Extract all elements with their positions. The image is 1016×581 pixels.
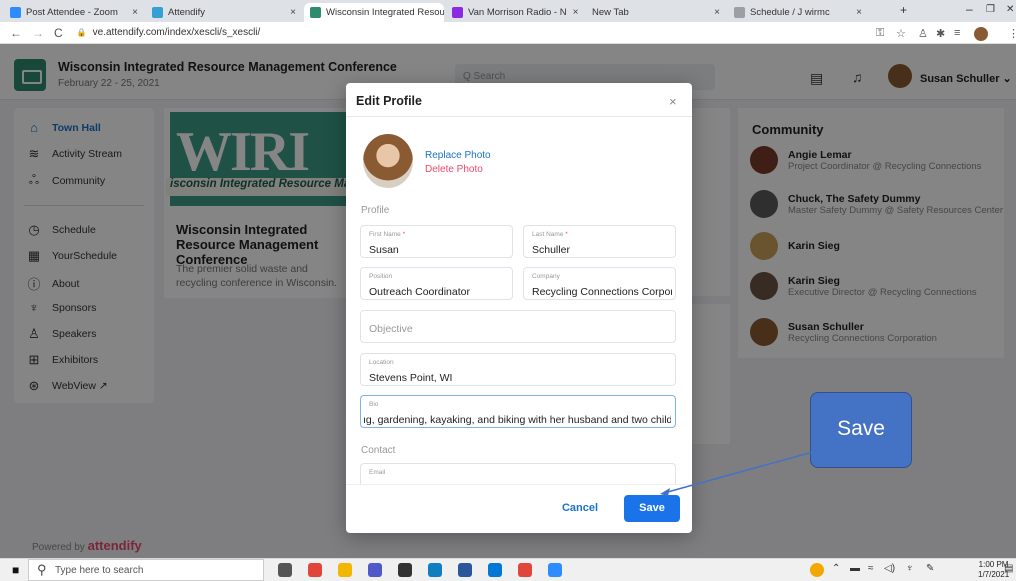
required-mark: *	[565, 231, 568, 238]
profile-section-label: Profile	[361, 205, 390, 216]
profile-avatar-icon[interactable]	[974, 27, 988, 41]
position-field[interactable]: Position Outreach Coordinator	[360, 267, 513, 300]
location-value: Stevens Point, WI	[369, 372, 453, 384]
first-name-value: Susan	[369, 244, 399, 256]
browser-tab[interactable]: Schedule / J wirmc ×	[728, 3, 868, 22]
tab-title: Schedule / J wirmc	[750, 7, 830, 18]
windows-start-icon[interactable]: ■	[12, 563, 19, 577]
browser-tab[interactable]: Van Morrison Radio - N ×	[446, 3, 584, 22]
usb-icon[interactable]: ♆	[906, 563, 914, 574]
zoom-icon[interactable]	[548, 563, 562, 577]
extension-icon[interactable]: ♙	[918, 27, 928, 40]
bio-value: ıg, gardening, kayaking, and biking with…	[363, 414, 671, 426]
objective-placeholder: Objective	[369, 323, 413, 335]
first-name-label-text: First Name	[369, 231, 401, 238]
position-label: Position	[369, 273, 393, 280]
word-icon[interactable]	[458, 563, 472, 577]
battery-icon[interactable]: ▬	[850, 563, 860, 574]
minimize-button[interactable]: –	[966, 2, 973, 16]
file-explorer-icon[interactable]	[338, 563, 352, 577]
email-label: Email	[369, 469, 386, 476]
tab-favicon-icon	[310, 7, 321, 18]
cancel-button[interactable]: Cancel	[560, 496, 600, 520]
first-name-field[interactable]: First Name * Susan	[360, 225, 513, 258]
save-button[interactable]: Save	[624, 495, 680, 522]
company-value: Recycling Connections Corpora	[532, 286, 672, 298]
email-field[interactable]: Email	[360, 463, 676, 484]
tab-close-icon[interactable]: ×	[708, 7, 720, 18]
notification-icon[interactable]: ▤	[1004, 563, 1013, 574]
url-text: ve.attendify.com/index/xescli/s_xescli/	[92, 27, 261, 38]
pen-icon[interactable]: ✎	[926, 563, 934, 574]
edge-icon[interactable]	[428, 563, 442, 577]
tray-app-icon[interactable]	[810, 563, 824, 577]
last-name-field[interactable]: Last Name * Schuller	[523, 225, 676, 258]
bio-label: Bio	[369, 401, 379, 408]
company-field[interactable]: Company Recycling Connections Corpora	[523, 267, 676, 300]
task-view-icon[interactable]	[278, 563, 292, 577]
close-window-button[interactable]: ✕	[1006, 4, 1014, 15]
tab-title: Van Morrison Radio - N	[468, 7, 567, 18]
first-name-label: First Name *	[369, 231, 405, 238]
tab-title: Post Attendee - Zoom	[26, 7, 118, 18]
chrome2-icon[interactable]	[518, 563, 532, 577]
save-callout: Save	[810, 392, 912, 468]
store-icon[interactable]	[398, 563, 412, 577]
modal-footer-divider	[346, 484, 692, 485]
objective-field[interactable]: Objective	[360, 310, 676, 343]
chevron-up-icon[interactable]: ⌃	[832, 563, 840, 574]
key-icon[interactable]: ⚿	[876, 27, 884, 40]
tab-favicon-icon	[734, 7, 745, 18]
last-name-label-text: Last Name	[532, 231, 564, 238]
puzzle-icon[interactable]: ✱	[936, 27, 945, 40]
browser-tab[interactable]: New Tab ×	[586, 3, 726, 22]
playlist-icon[interactable]: ≡	[954, 27, 960, 39]
profile-photo	[363, 134, 413, 188]
required-mark: *	[402, 231, 406, 238]
url-field[interactable]: 🔒 ve.attendify.com/index/xescli/s_xescli/	[77, 27, 261, 38]
tab-title: Wisconsin Integrated Resou	[326, 7, 444, 18]
browser-tab[interactable]: Post Attendee - Zoom ×	[4, 3, 144, 22]
bio-field[interactable]: Bio ıg, gardening, kayaking, and biking …	[360, 395, 676, 428]
forward-button[interactable]: →	[32, 26, 44, 40]
position-value: Outreach Coordinator	[369, 286, 470, 298]
lock-icon: 🔒	[76, 28, 87, 37]
menu-icon[interactable]: ⋮	[1008, 27, 1016, 40]
star-icon[interactable]: ☆	[896, 27, 906, 40]
chrome-icon[interactable]	[308, 563, 322, 577]
volume-icon[interactable]: ◁)	[884, 563, 895, 574]
close-icon[interactable]: ×	[669, 94, 677, 109]
teams-icon[interactable]	[368, 563, 382, 577]
location-label: Location	[369, 359, 394, 366]
modal-divider	[346, 116, 692, 117]
taskbar-search-input[interactable]: Type here to search	[28, 559, 264, 581]
delete-photo-link[interactable]: Delete Photo	[425, 164, 483, 175]
tab-favicon-icon	[152, 7, 163, 18]
back-button[interactable]: ←	[10, 26, 22, 40]
wifi-icon[interactable]: ≈	[868, 563, 874, 574]
tab-title: Attendify	[168, 7, 205, 18]
location-field[interactable]: Location Stevens Point, WI	[360, 353, 676, 386]
restore-button[interactable]: ❐	[986, 4, 995, 15]
tab-close-icon[interactable]: ×	[850, 7, 862, 18]
browser-tab[interactable]: Attendify ×	[146, 3, 302, 22]
replace-photo-link[interactable]: Replace Photo	[425, 150, 491, 161]
tab-close-icon[interactable]: ×	[284, 7, 296, 18]
company-label: Company	[532, 273, 560, 280]
last-name-value: Schuller	[532, 244, 570, 256]
contact-section-label: Contact	[361, 445, 396, 456]
tab-close-icon[interactable]: ×	[567, 7, 579, 18]
address-bar-row: ← → C 🔒 ve.attendify.com/index/xescli/s_x…	[0, 22, 1016, 44]
last-name-label: Last Name *	[532, 231, 568, 238]
tab-title: New Tab	[592, 7, 629, 18]
browser-tab[interactable]: Wisconsin Integrated Resou×	[304, 3, 444, 22]
tab-favicon-icon	[10, 7, 21, 18]
new-tab-button[interactable]: +	[900, 3, 907, 17]
reload-button[interactable]: C	[54, 26, 63, 40]
modal-title: Edit Profile	[356, 94, 422, 108]
tab-close-icon[interactable]: ×	[126, 7, 138, 18]
tab-favicon-icon	[452, 7, 463, 18]
outlook-icon[interactable]	[488, 563, 502, 577]
